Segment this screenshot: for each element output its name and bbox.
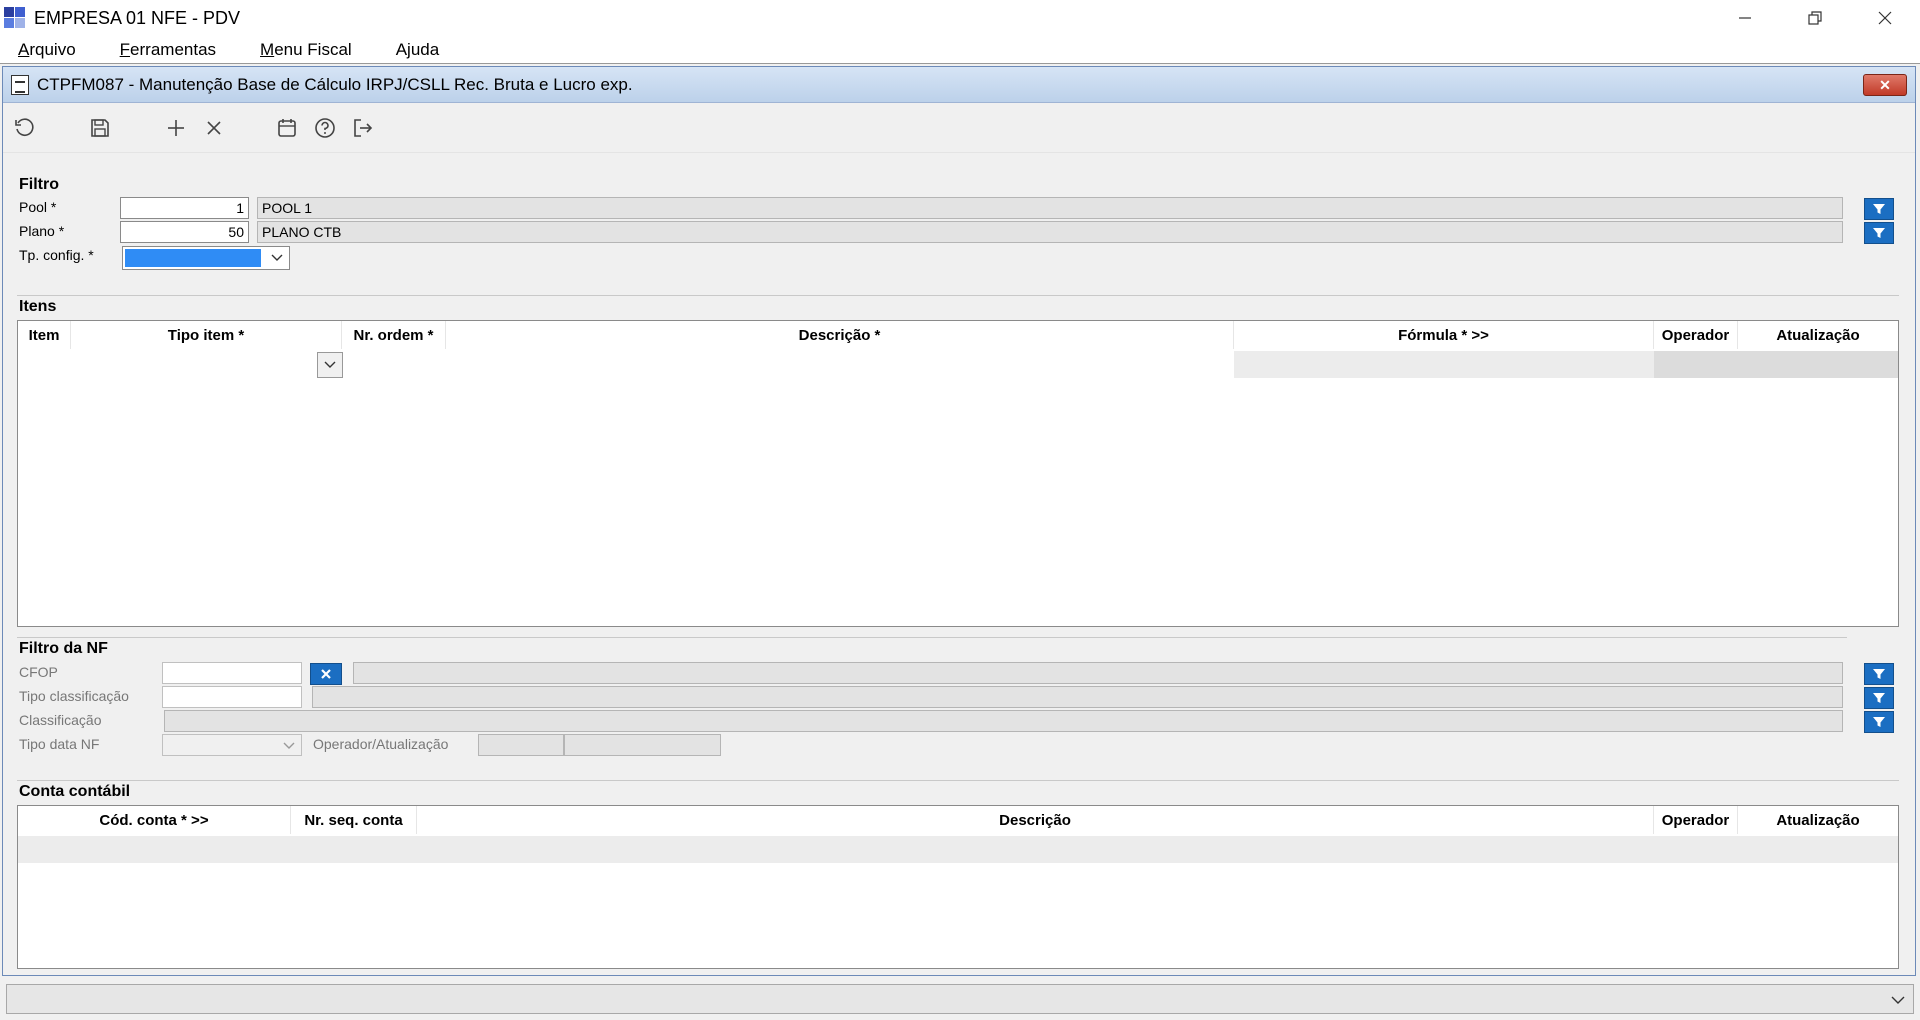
filtro-nf-title: Filtro da NF xyxy=(19,640,108,657)
delete-icon[interactable] xyxy=(199,113,229,143)
tipo-data-nf-select[interactable] xyxy=(162,734,302,756)
tipo-data-nf-label: Tipo data NF xyxy=(19,736,100,752)
pool-label: Pool * xyxy=(19,199,57,215)
exit-icon[interactable] xyxy=(348,113,378,143)
tp-config-value xyxy=(125,249,261,267)
title-bar: EMPRESA 01 NFE - PDV xyxy=(0,0,1920,36)
operador-atualizacao-label: Operador/Atualização xyxy=(313,736,449,752)
col-cod-conta[interactable]: Cód. conta * >> xyxy=(18,806,291,834)
formula-cell[interactable] xyxy=(1234,351,1654,378)
tipo-classificacao-filter-icon[interactable] xyxy=(1864,687,1894,709)
save-icon[interactable] xyxy=(85,113,115,143)
col-descricao[interactable]: Descrição * xyxy=(446,321,1234,349)
status-bar xyxy=(0,978,1920,1020)
cfop-filter-icon[interactable] xyxy=(1864,663,1894,685)
add-icon[interactable] xyxy=(161,113,191,143)
document-icon xyxy=(11,74,29,95)
help-icon[interactable] xyxy=(310,113,340,143)
menu-ferramentas[interactable]: Ferramentas xyxy=(120,40,216,60)
chevron-down-icon xyxy=(324,361,336,368)
col-conta-atualizacao[interactable]: Atualização xyxy=(1738,806,1898,834)
undo-icon[interactable] xyxy=(9,113,39,143)
minimize-icon[interactable] xyxy=(1710,0,1780,36)
menu-arquivo[interactable]: Arquivo xyxy=(18,40,76,60)
classificacao-filter-icon[interactable] xyxy=(1864,711,1894,733)
cfop-label: CFOP xyxy=(19,664,58,680)
col-nr-seq-conta[interactable]: Nr. seq. conta xyxy=(291,806,417,834)
conta-grid: Cód. conta * >> Nr. seq. conta Descrição… xyxy=(17,805,1899,969)
menu-ajuda[interactable]: Ajuda xyxy=(396,40,440,60)
form-close-button[interactable]: ✕ xyxy=(1863,74,1907,96)
conta-title: Conta contábil xyxy=(19,783,131,800)
col-tipo-item[interactable]: Tipo item * xyxy=(71,321,342,349)
tipo-classificacao-description xyxy=(312,686,1843,708)
plano-description: PLANO CTB xyxy=(257,221,1843,243)
toolbar xyxy=(3,103,1915,153)
app-title: EMPRESA 01 NFE - PDV xyxy=(34,7,241,28)
pool-description: POOL 1 xyxy=(257,197,1843,219)
status-dropdown[interactable] xyxy=(6,984,1914,1014)
calendar-icon[interactable] xyxy=(272,113,302,143)
separator xyxy=(17,637,1847,638)
cfop-clear-icon[interactable] xyxy=(310,663,342,685)
col-nr-ordem[interactable]: Nr. ordem * xyxy=(342,321,446,349)
chevron-down-icon xyxy=(283,742,295,749)
tp-config-label: Tp. config. * xyxy=(19,247,94,263)
restore-icon[interactable] xyxy=(1780,0,1850,36)
col-conta-operador[interactable]: Operador xyxy=(1654,806,1738,834)
cfop-input[interactable] xyxy=(162,662,302,684)
classificacao-label: Classificação xyxy=(19,712,102,728)
filtro-title: Filtro xyxy=(19,176,59,193)
cfop-description xyxy=(353,662,1843,684)
col-conta-descricao[interactable]: Descrição xyxy=(417,806,1654,834)
classificacao-input xyxy=(164,710,1843,732)
plano-input[interactable]: 50 xyxy=(120,221,249,243)
col-atualizacao[interactable]: Atualização xyxy=(1738,321,1898,349)
tp-config-select[interactable] xyxy=(122,246,290,270)
itens-grid: Item Tipo item * Nr. ordem * Descrição *… xyxy=(17,320,1899,627)
plano-filter-icon[interactable] xyxy=(1864,222,1894,244)
pool-filter-icon[interactable] xyxy=(1864,198,1894,220)
tipo-classificacao-label: Tipo classificação xyxy=(19,688,129,704)
plano-label: Plano * xyxy=(19,223,65,239)
nf-operador-field xyxy=(478,734,564,756)
itens-title: Itens xyxy=(19,298,57,315)
close-icon[interactable] xyxy=(1850,0,1920,36)
form-title: CTPFM087 - Manutenção Base de Cálculo IR… xyxy=(37,74,633,94)
col-item[interactable]: Item xyxy=(18,321,71,349)
separator xyxy=(17,295,1899,296)
tipo-item-dropdown[interactable] xyxy=(317,352,343,378)
chevron-down-icon xyxy=(271,254,283,261)
menu-bar: Arquivo Ferramentas Menu Fiscal Ajuda xyxy=(0,36,1920,64)
col-formula[interactable]: Fórmula * >> xyxy=(1234,321,1654,349)
tipo-classificacao-input[interactable] xyxy=(162,686,302,708)
col-operador[interactable]: Operador xyxy=(1654,321,1738,349)
app-icon xyxy=(4,7,26,29)
chevron-down-icon xyxy=(1891,996,1905,1004)
nf-atualizacao-field xyxy=(564,734,721,756)
pool-input[interactable]: 1 xyxy=(120,197,249,219)
operador-atualizacao-cell xyxy=(1654,351,1898,378)
conta-row[interactable] xyxy=(18,836,1898,863)
form-title-bar: CTPFM087 - Manutenção Base de Cálculo IR… xyxy=(3,67,1915,103)
menu-fiscal[interactable]: Menu Fiscal xyxy=(260,40,352,60)
separator xyxy=(17,780,1899,781)
form-window: CTPFM087 - Manutenção Base de Cálculo IR… xyxy=(2,66,1916,976)
